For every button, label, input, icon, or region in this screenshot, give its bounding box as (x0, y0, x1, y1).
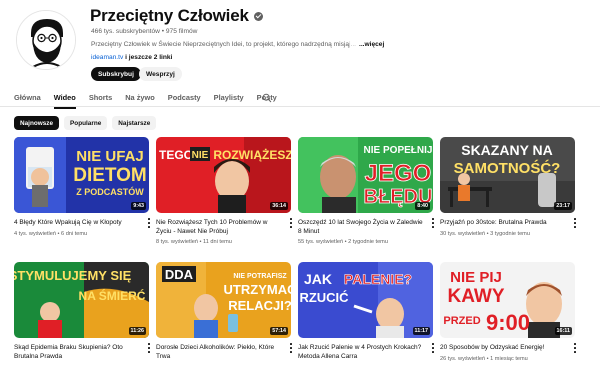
video-thumbnail[interactable]: STYMULUJEMY SIĘ NA ŚMIERĆ 11:26 (14, 262, 149, 338)
video-duration: 57:14 (270, 327, 288, 335)
channel-avatar[interactable] (16, 10, 76, 70)
channel-description[interactable]: Przeciętny Człowiek w Świecie Nieprzecię… (91, 41, 384, 48)
subscribe-button[interactable]: Subskrybuj (91, 67, 141, 81)
video-card[interactable]: NIE UFAJ DIETOM Z PODCASTÓW 9:43 4 Błędy… (14, 137, 150, 237)
video-thumbnail[interactable]: JAK RZUCIĆ PALENIE? 11:17 (298, 262, 433, 338)
channel-links: ideaman.tv i jeszcze 2 linki (91, 54, 172, 61)
thumb-text: PALENIE? (344, 271, 412, 287)
video-title[interactable]: 20 Sposobów by Odzyskać Energię! (440, 343, 566, 352)
video-meta: 55 tys. wyświetleń • 2 tygodnie temu (298, 239, 388, 245)
search-icon[interactable] (262, 93, 272, 103)
video-thumbnail[interactable]: DDA NIE POTRAFISZ UTRZYMAĆ RELACJI? 57:1… (156, 262, 291, 338)
video-title[interactable]: Nie Rozwiążesz Tych 10 Problemów w Życiu… (156, 218, 282, 236)
video-title[interactable]: Jak Rzucić Palenie w 4 Prostych Krokach?… (298, 343, 424, 361)
channel-meta: 466 tys. subskrybentów • 975 filmów (91, 28, 198, 35)
thumb-text: NIE POTRAFISZ (233, 273, 287, 280)
more-options-icon[interactable] (147, 343, 151, 353)
thumb-text: NIE PIJ (450, 269, 502, 286)
video-thumbnail[interactable]: NIE PIJ KAWY PRZED 9:00 16:11 (440, 262, 575, 338)
thumb-text: JEGO (365, 160, 432, 187)
video-duration: 11:17 (412, 327, 430, 335)
video-title[interactable]: Dorosłe Dzieci Alkoholików: Piekło, Któr… (156, 343, 282, 361)
video-duration: 9:43 (131, 202, 146, 210)
chip-popular[interactable]: Popularne (64, 116, 108, 130)
channel-name-text: Przeciętny Człowiek (90, 6, 249, 25)
thumb-text: DDA (165, 267, 194, 282)
thumb-text: KAWY (448, 286, 505, 307)
video-title[interactable]: 4 Błędy Które Wpakują Cię w Kłopoty (14, 218, 140, 227)
verified-icon (253, 11, 263, 21)
video-thumbnail[interactable]: NIE UFAJ DIETOM Z PODCASTÓW 9:43 (14, 137, 149, 213)
thumb-text: NIE (192, 150, 209, 161)
video-card[interactable]: SKAZANY NA SAMOTNOŚĆ? 23:17 Przyjaźń po … (440, 137, 576, 237)
more-link[interactable]: ...więcej (359, 41, 384, 48)
video-card[interactable]: DDA NIE POTRAFISZ UTRZYMAĆ RELACJI? 57:1… (156, 262, 292, 360)
more-options-icon[interactable] (289, 343, 293, 353)
thumb-text: PRZED (443, 315, 480, 327)
video-duration: 16:11 (554, 327, 572, 335)
video-title[interactable]: Oszczędź 10 lat Swojego Życia w Zaledwie… (298, 218, 424, 236)
video-thumbnail[interactable]: SKAZANY NA SAMOTNOŚĆ? 23:17 (440, 137, 575, 213)
thumb-text: Z PODCASTÓW (76, 186, 144, 197)
thumb-text: UTRZYMAĆ (224, 282, 291, 297)
video-thumbnail[interactable]: TEGO NIE ROZWIĄŻESZ 36:14 (156, 137, 291, 213)
thumb-text: RZUCIĆ (299, 290, 349, 305)
more-options-icon[interactable] (431, 218, 435, 228)
video-meta: 30 tys. wyświetleń • 3 tygodnie temu (440, 231, 530, 237)
description-fade: j... (349, 41, 356, 48)
thumb-text: JAK (304, 271, 332, 287)
thumb-text: NIE UFAJ (76, 148, 144, 165)
more-links[interactable]: i jeszcze 2 linki (125, 54, 172, 61)
thumb-text: TEGO (159, 148, 193, 162)
join-button[interactable]: Wesprzyj (139, 67, 182, 81)
video-duration: 36:14 (270, 202, 288, 210)
description-text: Przeciętny Człowiek w Świecie Nieprzecię… (91, 41, 350, 48)
more-options-icon[interactable] (573, 218, 577, 228)
thumb-text: ROZWIĄŻESZ (213, 147, 291, 162)
more-options-icon[interactable] (573, 343, 577, 353)
thumb-text: STYMULUJEMY SIĘ (14, 268, 132, 283)
video-duration: 23:17 (554, 202, 572, 210)
thumb-text: RELACJI? (228, 298, 291, 313)
thumb-text: SKAZANY NA (461, 142, 553, 158)
thumb-text: 9:00 (486, 310, 530, 335)
video-card[interactable]: STYMULUJEMY SIĘ NA ŚMIERĆ 11:26 Skąd Epi… (14, 262, 150, 360)
video-meta: 26 tys. wyświetleń • 1 miesiąc temu (440, 356, 528, 362)
channel-link[interactable]: ideaman.tv (91, 54, 123, 61)
chip-newest[interactable]: Najnowsze (14, 116, 60, 130)
chip-oldest[interactable]: Najstarsze (112, 116, 157, 130)
tabs-divider (0, 106, 600, 107)
video-card[interactable]: NIE PIJ KAWY PRZED 9:00 16:11 20 Sposobó… (440, 262, 576, 362)
video-title[interactable]: Skąd Epidemia Braku Skupienia? Oto Bruta… (14, 343, 140, 361)
channel-name: Przeciętny Człowiek (90, 6, 263, 26)
video-card[interactable]: JAK RZUCIĆ PALENIE? 11:17 Jak Rzucić Pal… (298, 262, 434, 360)
thumb-text: NA ŚMIERĆ (79, 288, 146, 303)
video-thumbnail[interactable]: NIE POPEŁNIJ JEGO BŁĘDU 8:40 (298, 137, 433, 213)
thumb-text: DIETOM (73, 165, 147, 186)
video-card[interactable]: TEGO NIE ROZWIĄŻESZ 36:14 Nie Rozwiążesz… (156, 137, 292, 245)
more-options-icon[interactable] (431, 343, 435, 353)
video-title[interactable]: Przyjaźń po 30stce: Brutalna Prawda (440, 218, 566, 227)
thumb-text: NIE POPEŁNIJ (364, 145, 433, 156)
video-card[interactable]: NIE POPEŁNIJ JEGO BŁĘDU 8:40 Oszczędź 10… (298, 137, 434, 245)
video-meta: 8 tys. wyświetleń • 11 dni temu (156, 239, 232, 245)
more-options-icon[interactable] (289, 218, 293, 228)
sort-chips: Najnowsze Popularne Najstarsze (14, 116, 157, 130)
video-duration: 8:40 (415, 202, 430, 210)
thumb-text: SAMOTNOŚĆ? (454, 159, 561, 177)
more-options-icon[interactable] (147, 218, 151, 228)
video-duration: 11:26 (128, 327, 146, 335)
video-meta: 4 tys. wyświetleń • 6 dni temu (14, 231, 88, 237)
